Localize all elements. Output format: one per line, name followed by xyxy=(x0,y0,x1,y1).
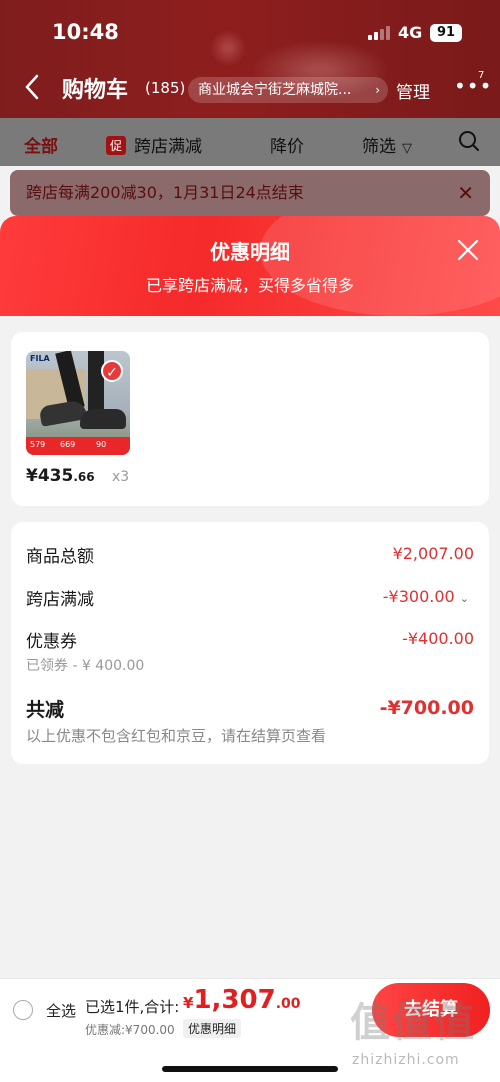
goods-total-label: 商品总额 xyxy=(26,547,94,567)
selected-info: 已选1件,合计: xyxy=(85,998,180,1016)
product-quantity: x3 xyxy=(112,469,130,485)
price-integer: ¥435 xyxy=(26,466,74,486)
product-card: FILA 579 669 90 ✓ ¥435.66 x3 xyxy=(11,332,489,506)
manage-button[interactable]: 管理 xyxy=(396,78,430,103)
search-icon[interactable] xyxy=(458,130,480,152)
currency-symbol: ¥ xyxy=(183,994,194,1012)
band-price: 90 xyxy=(96,440,107,449)
delivery-address-selector[interactable]: 商业城会宁街芝麻城院... › xyxy=(188,77,388,103)
total-discount-label: 共减 xyxy=(26,699,65,721)
promo-tag: 促 xyxy=(106,136,127,155)
promotion-notice-banner: 跨店每满200减30，1月31日24点结束 ✕ xyxy=(10,170,490,216)
cellular-signal-icon xyxy=(368,26,390,40)
status-time: 10:48 xyxy=(52,20,119,44)
close-notice-icon[interactable]: ✕ xyxy=(457,170,474,216)
watermark-url: zhizhizhi.com xyxy=(352,1052,460,1068)
header-decoration xyxy=(260,216,500,316)
delivery-address-text: 商业城会宁街芝麻城院... xyxy=(198,82,352,98)
selected-check-icon: ✓ xyxy=(101,360,123,382)
chevron-down-icon: ⌄ xyxy=(459,592,469,605)
status-bar: 10:48 4G 91 xyxy=(0,0,500,64)
tab-price-drop[interactable]: 降价 xyxy=(270,132,304,157)
band-price: 579 xyxy=(30,440,46,449)
price-decimal: .66 xyxy=(73,470,95,484)
thumbnail-shoe xyxy=(80,409,126,429)
select-all-label[interactable]: 全选 xyxy=(46,1000,76,1021)
coupon-sub: 已领券 - ¥ 400.00 xyxy=(26,658,145,674)
coupon-value: -¥400.00 xyxy=(402,629,474,648)
cart-nav-bar: 购物车 (185) 商业城会宁街芝麻城院... › 管理 ••• 7 xyxy=(0,68,500,110)
discount-detail-button[interactable]: 优惠明细 xyxy=(183,1019,242,1038)
amount-integer: 1,307 xyxy=(193,985,276,1015)
cross-store-row[interactable]: -¥300.00 ⌄ xyxy=(383,587,469,606)
discount-detail-sheet: 优惠明细 已享跨店满减，买得多省得多 FILA 579 669 90 ✓ ¥43… xyxy=(0,216,500,1082)
more-options-icon[interactable]: ••• xyxy=(454,74,492,98)
product-price: ¥435.66 xyxy=(26,466,95,486)
network-type: 4G xyxy=(398,23,423,42)
watermark-logo: 值值值 xyxy=(350,1000,476,1046)
discount-summary-card: 商品总额 ¥2,007.00 跨店满减 -¥300.00 ⌄ 优惠券 -¥400… xyxy=(11,522,489,764)
total-discount-note: 以上优惠不包含红包和京豆，请在结算页查看 xyxy=(26,727,327,745)
cart-count: (185) xyxy=(145,79,186,97)
discount-note: 优惠减:¥700.00 xyxy=(85,1023,175,1037)
more-badge: 7 xyxy=(478,70,485,81)
page-title: 购物车 xyxy=(62,78,129,103)
chevron-right-icon: › xyxy=(375,83,380,97)
promotion-notice-text: 跨店每满200减30，1月31日24点结束 xyxy=(26,183,304,202)
select-all-radio[interactable] xyxy=(13,1000,33,1020)
sheet-title: 优惠明细 xyxy=(210,240,290,264)
sheet-subtitle: 已享跨店满减，买得多省得多 xyxy=(145,276,354,295)
tab-cross-store-label: 跨店满减 xyxy=(134,137,203,157)
filter-funnel-icon: ▽ xyxy=(402,141,412,156)
cross-store-label: 跨店满减 xyxy=(26,590,94,610)
sheet-header: 优惠明细 已享跨店满减，买得多省得多 xyxy=(0,216,500,316)
cart-filter-tabs: 全部 促跨店满减 降价 筛选 ▽ xyxy=(0,118,500,166)
tab-filter-label: 筛选 xyxy=(362,137,396,157)
amount-decimal: .00 xyxy=(275,996,301,1012)
coupon-label: 优惠券 xyxy=(26,632,77,652)
total-amount: ¥1,307.00 xyxy=(183,985,301,1015)
tab-cross-store-discount[interactable]: 促跨店满减 xyxy=(106,132,202,157)
brand-logo: FILA xyxy=(30,354,50,363)
back-arrow-icon[interactable] xyxy=(24,74,40,100)
tab-all[interactable]: 全部 xyxy=(24,132,58,157)
close-icon[interactable] xyxy=(456,238,480,262)
tab-filter[interactable]: 筛选 ▽ xyxy=(362,132,412,157)
price-band: 579 669 90 xyxy=(26,437,130,455)
goods-total-value: ¥2,007.00 xyxy=(392,544,474,563)
home-indicator xyxy=(162,1066,338,1072)
total-discount-value: -¥700.00 xyxy=(379,697,474,719)
battery-icon: 91 xyxy=(430,24,462,42)
thumbnail-leg xyxy=(88,351,104,413)
cross-store-value: -¥300.00 xyxy=(382,587,455,606)
band-price: 669 xyxy=(60,440,76,449)
